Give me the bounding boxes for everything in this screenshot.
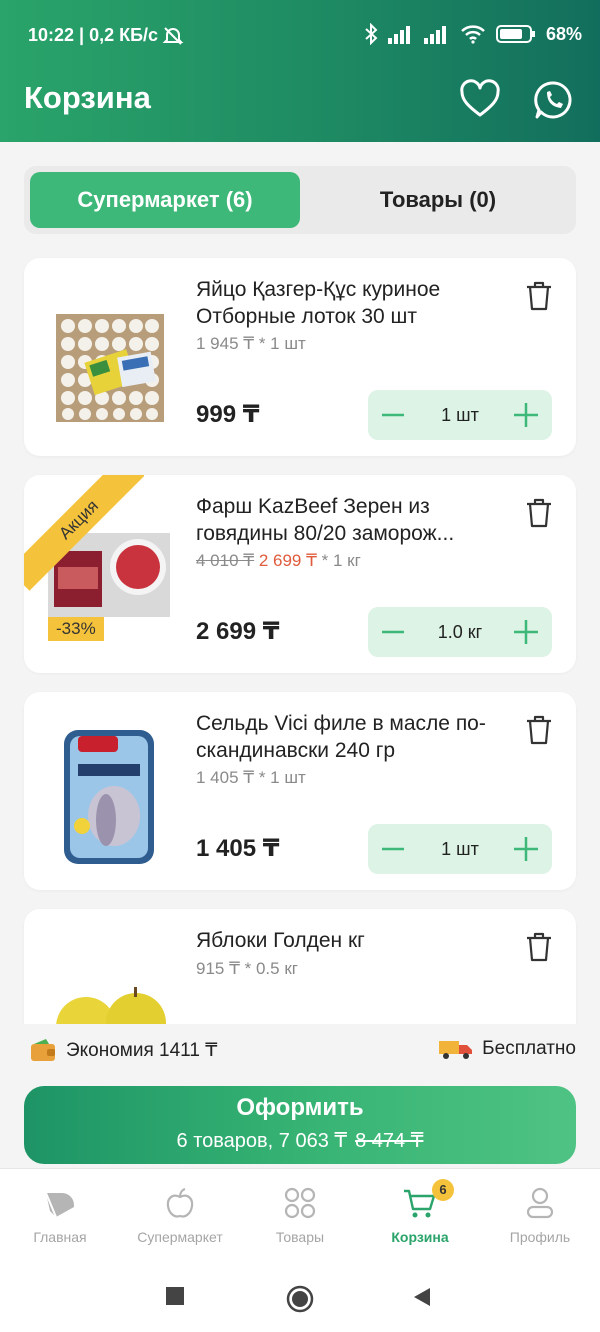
tab-label: Товары (275, 1229, 325, 1245)
checkout-button[interactable]: Оформить 6 товаров, 7 063 ₸ 8 474 ₸ (24, 1086, 576, 1164)
product-image-apples (56, 987, 166, 1024)
signal-icon (387, 26, 410, 44)
item-total-price: 1 405 ₸ (196, 835, 280, 862)
profile-icon (526, 1187, 554, 1219)
tab-label: Супермаркет (137, 1229, 223, 1245)
item-total-price: 999 ₸ (196, 401, 260, 428)
tab-goods[interactable]: Товары (0) (306, 172, 570, 228)
home-button-icon[interactable] (285, 1284, 315, 1314)
cart-content: Супермаркет (6) Товары (0) Яйцо Қазгер-Қ… (0, 142, 600, 1024)
tab-label: Корзина (391, 1229, 449, 1245)
cart-item: Сельдь Vici филе в масле по-скандинавски… (24, 692, 576, 890)
signal-icon-2 (423, 26, 446, 44)
checkout-total: 6 товаров, 7 063 ₸ (176, 1130, 348, 1152)
unit-qty: * 1 шт (254, 334, 306, 353)
tab-label: Главная (33, 1229, 87, 1245)
decrease-button[interactable] (380, 401, 406, 429)
app-header: 10:22 | 0,2 КБ/с 68% Корзина (0, 0, 600, 142)
wallet-icon (31, 1039, 55, 1061)
decrease-button[interactable] (380, 618, 406, 646)
unit-price: 4 010 ₸ 2 699 ₸ * 1 кг (196, 551, 361, 571)
unit-price-value: 1 405 ₸ (196, 768, 255, 787)
checkout-title: Оформить (236, 1094, 364, 1121)
bottom-tab-bar: Главная Супермаркет Товары 6 Корзина Про… (0, 1168, 600, 1260)
page-title: Корзина (24, 80, 151, 115)
trash-icon[interactable] (524, 280, 554, 312)
tab-label: Профиль (509, 1229, 571, 1245)
increase-button[interactable] (512, 618, 540, 646)
cart-item: Акция -33% Фарш KazBeef Зерен из говядины… (24, 475, 576, 673)
cart-summary: Экономия 1411 ₸ Бесплатно Оформить 6 тов… (0, 1024, 600, 1168)
economy-text: Экономия 1411 ₸ (66, 1039, 218, 1061)
product-name[interactable]: Яблоки Голден кг (196, 927, 506, 954)
discount-badge: -33% (48, 617, 104, 641)
tab-goods-nav[interactable]: Товары (240, 1169, 360, 1261)
product-name[interactable]: Сельдь Vici филе в масле по-скандинавски… (196, 710, 506, 764)
quantity-value: 1 шт (441, 838, 479, 859)
old-price: 4 010 ₸ (196, 551, 255, 570)
product-image-eggs (56, 314, 164, 422)
apple-icon (166, 1187, 194, 1218)
bluetooth-icon (365, 23, 378, 45)
increase-button[interactable] (512, 835, 540, 863)
increase-button[interactable] (512, 401, 540, 429)
product-image-herring (64, 730, 154, 864)
unit-price: 1 945 ₸ * 1 шт (196, 334, 306, 354)
battery-icon (495, 25, 535, 43)
decrease-button[interactable] (380, 835, 406, 863)
promo-ribbon: Акция (24, 475, 144, 595)
status-time: 10:22 | 0,2 КБ/с (28, 25, 159, 45)
tab-supermarket-nav[interactable]: Супермаркет (120, 1169, 240, 1261)
checkout-old-total: 8 474 ₸ (355, 1130, 424, 1152)
battery-level: 68% (545, 23, 582, 44)
unit-price: 1 405 ₸ * 1 шт (196, 768, 306, 788)
alarm-off-icon (162, 27, 184, 45)
status-bar: 10:22 | 0,2 КБ/с 68% (0, 0, 600, 72)
status-right: 68% (364, 23, 582, 45)
unit-price-value: 1 945 ₸ (196, 334, 255, 353)
quantity-value: 1.0 кг (437, 621, 483, 642)
cart-count-badge: 6 (432, 1179, 454, 1201)
unit-price: 915 ₸ * 0.5 кг (196, 959, 298, 979)
cart-item: Яйцо Қазгер-Құс куриное Отборные лоток 3… (24, 258, 576, 456)
tab-supermarket[interactable]: Супермаркет (6) (30, 172, 300, 228)
whatsapp-icon[interactable] (532, 78, 576, 122)
unit-price-value: 915 ₸ (196, 959, 240, 978)
cart-segment-control: Супермаркет (6) Товары (0) (24, 166, 576, 234)
system-nav-bar (0, 1260, 600, 1332)
quantity-stepper: 1 шт (368, 824, 552, 874)
checkout-detail: 6 товаров, 7 063 ₸ 8 474 ₸ (24, 1128, 576, 1153)
delivery-truck-icon (439, 1041, 473, 1059)
quantity-stepper: 1.0 кг (368, 607, 552, 657)
trash-icon[interactable] (524, 931, 554, 963)
cart-item: Яблоки Голден кг 915 ₸ * 0.5 кг (24, 909, 576, 1024)
product-name[interactable]: Фарш KazBeef Зерен из говядины 80/20 замо… (196, 493, 506, 547)
trash-icon[interactable] (524, 497, 554, 529)
delivery-info: Бесплатно (438, 1038, 576, 1060)
trash-icon[interactable] (524, 714, 554, 746)
unit-qty: * 0.5 кг (239, 959, 298, 978)
recent-apps-icon[interactable] (165, 1286, 185, 1306)
new-price: 2 699 ₸ (258, 551, 317, 570)
home-leaf-icon (45, 1192, 74, 1218)
tab-profile-nav[interactable]: Профиль (480, 1169, 600, 1261)
item-total-price: 2 699 ₸ (196, 618, 280, 645)
unit-qty: * 1 кг (316, 551, 361, 570)
tab-cart-nav[interactable]: 6 Корзина (360, 1169, 480, 1261)
wifi-icon (461, 25, 485, 44)
delivery-text: Бесплатно (482, 1038, 576, 1059)
grid-icon (284, 1187, 316, 1219)
promo-label: Акция (24, 475, 144, 591)
tab-home[interactable]: Главная (0, 1169, 120, 1261)
quantity-stepper: 1 шт (368, 390, 552, 440)
favorites-heart-icon[interactable] (458, 78, 502, 122)
quantity-value: 1 шт (441, 404, 479, 425)
economy-info: Экономия 1411 ₸ (30, 1038, 217, 1062)
product-name[interactable]: Яйцо Қазгер-Құс куриное Отборные лоток 3… (196, 276, 506, 330)
back-icon[interactable] (412, 1286, 432, 1308)
unit-qty: * 1 шт (254, 768, 306, 787)
